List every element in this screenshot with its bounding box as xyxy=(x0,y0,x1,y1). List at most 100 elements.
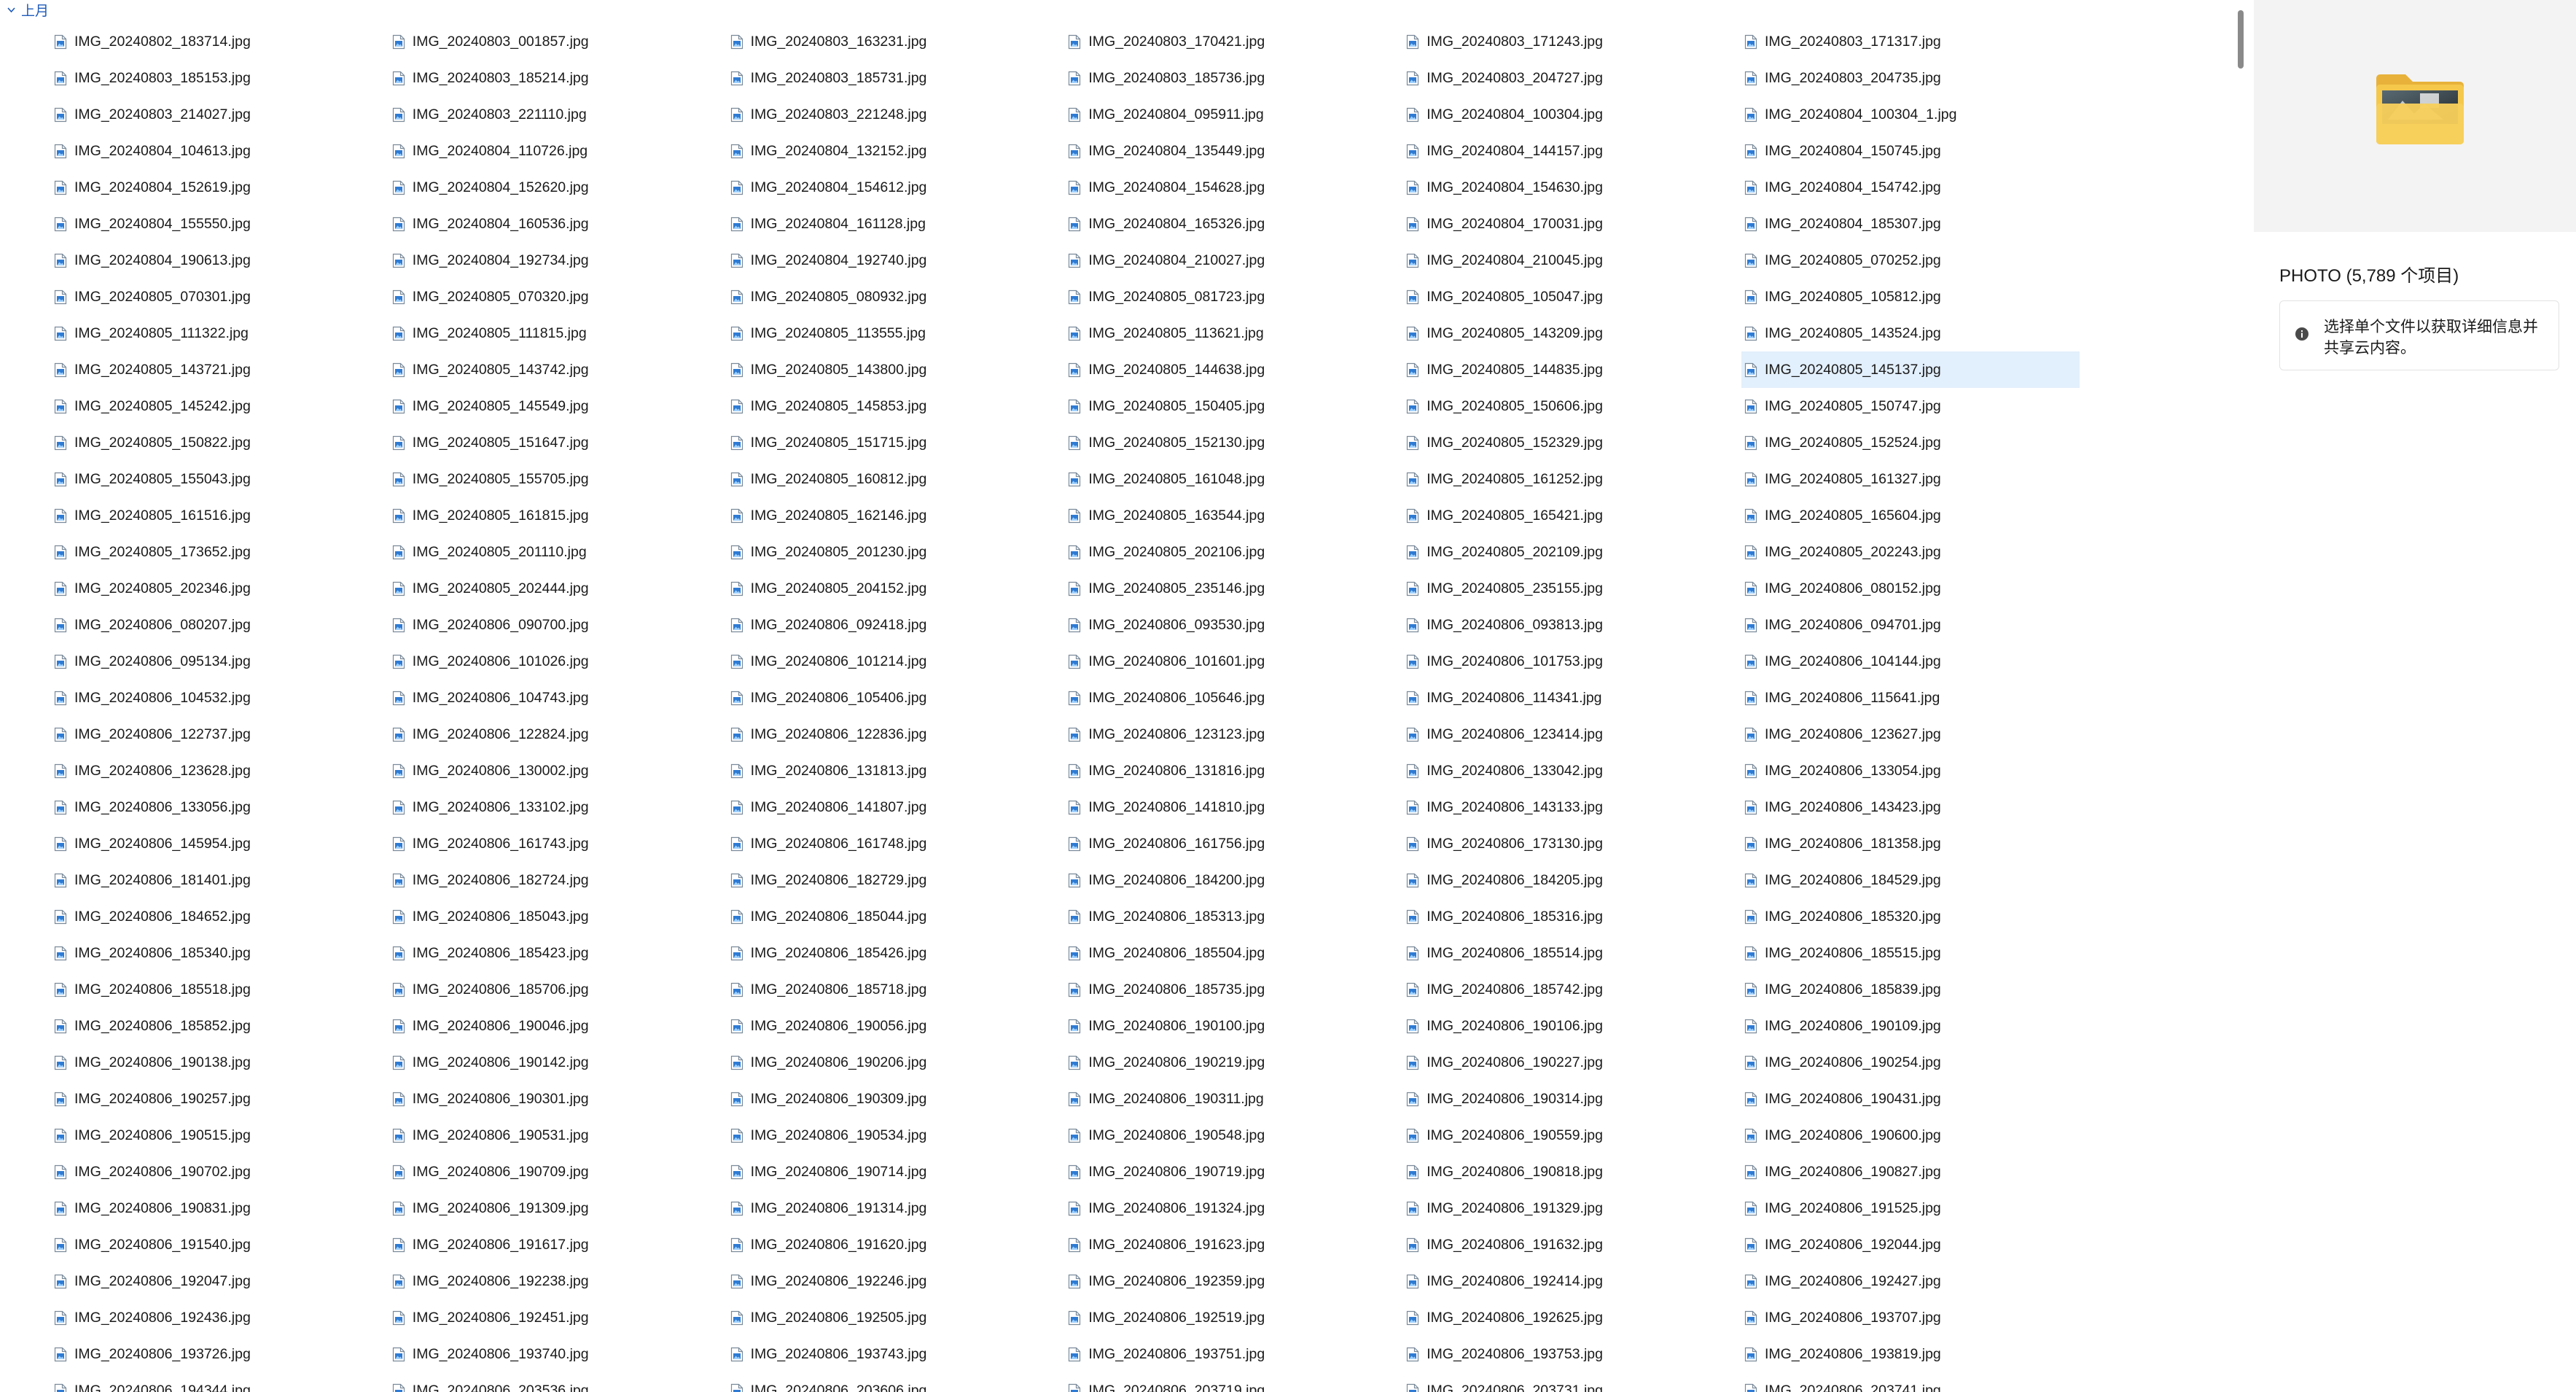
file-item[interactable]: IMG_20240806_185852.jpg xyxy=(51,1008,389,1044)
file-item[interactable]: IMG_20240806_203606.jpg xyxy=(727,1372,1066,1392)
file-item[interactable]: IMG_20240805_201230.jpg xyxy=(727,534,1066,570)
file-item[interactable]: IMG_20240805_151647.jpg xyxy=(389,424,727,461)
file-item[interactable]: IMG_20240803_214027.jpg xyxy=(51,96,389,133)
file-item[interactable]: IMG_20240805_204152.jpg xyxy=(727,570,1066,607)
file-item[interactable]: IMG_20240804_100304.jpg xyxy=(1403,96,1741,133)
file-item[interactable]: IMG_20240803_204735.jpg xyxy=(1741,60,2080,96)
file-item[interactable]: IMG_20240806_115641.jpg xyxy=(1741,680,2080,716)
file-item[interactable]: IMG_20240806_093530.jpg xyxy=(1065,607,1403,643)
file-item[interactable]: IMG_20240805_162146.jpg xyxy=(727,497,1066,534)
file-item[interactable]: IMG_20240806_192238.jpg xyxy=(389,1263,727,1299)
file-item[interactable]: IMG_20240806_190227.jpg xyxy=(1403,1044,1741,1081)
file-item[interactable]: IMG_20240806_122737.jpg xyxy=(51,716,389,753)
file-item[interactable]: IMG_20240805_111322.jpg xyxy=(51,315,389,351)
file-item[interactable]: IMG_20240805_145853.jpg xyxy=(727,388,1066,424)
file-item[interactable]: IMG_20240806_185839.jpg xyxy=(1741,971,2080,1008)
file-item[interactable]: IMG_20240806_192519.jpg xyxy=(1065,1299,1403,1336)
file-item[interactable]: IMG_20240806_131813.jpg xyxy=(727,753,1066,789)
file-item[interactable]: IMG_20240806_193743.jpg xyxy=(727,1336,1066,1372)
file-item[interactable]: IMG_20240806_190818.jpg xyxy=(1403,1154,1741,1190)
file-item[interactable]: IMG_20240806_143133.jpg xyxy=(1403,789,1741,825)
file-item[interactable]: IMG_20240805_155705.jpg xyxy=(389,461,727,497)
file-item[interactable]: IMG_20240805_150747.jpg xyxy=(1741,388,2080,424)
file-item[interactable]: IMG_20240806_161748.jpg xyxy=(727,825,1066,862)
file-item[interactable]: IMG_20240806_194344.jpg xyxy=(51,1372,389,1392)
file-item[interactable]: IMG_20240806_095134.jpg xyxy=(51,643,389,680)
file-item[interactable]: IMG_20240806_122836.jpg xyxy=(727,716,1066,753)
file-item[interactable]: IMG_20240806_181401.jpg xyxy=(51,862,389,898)
file-item[interactable]: IMG_20240806_193740.jpg xyxy=(389,1336,727,1372)
file-item[interactable]: IMG_20240804_144157.jpg xyxy=(1403,133,1741,169)
file-item[interactable]: IMG_20240806_185735.jpg xyxy=(1065,971,1403,1008)
file-item[interactable]: IMG_20240806_133042.jpg xyxy=(1403,753,1741,789)
file-item[interactable]: IMG_20240806_190714.jpg xyxy=(727,1154,1066,1190)
file-item[interactable]: IMG_20240806_203731.jpg xyxy=(1403,1372,1741,1392)
file-item[interactable]: IMG_20240806_190109.jpg xyxy=(1741,1008,2080,1044)
file-item[interactable]: IMG_20240805_145549.jpg xyxy=(389,388,727,424)
file-item[interactable]: IMG_20240805_081723.jpg xyxy=(1065,279,1403,315)
file-item[interactable]: IMG_20240805_201110.jpg xyxy=(389,534,727,570)
file-item[interactable]: IMG_20240806_131816.jpg xyxy=(1065,753,1403,789)
file-item[interactable]: IMG_20240806_105646.jpg xyxy=(1065,680,1403,716)
file-item[interactable]: IMG_20240806_181358.jpg xyxy=(1741,825,2080,862)
file-item[interactable]: IMG_20240806_190559.jpg xyxy=(1403,1117,1741,1154)
file-item[interactable]: IMG_20240806_190431.jpg xyxy=(1741,1081,2080,1117)
file-item[interactable]: IMG_20240803_185153.jpg xyxy=(51,60,389,96)
file-item[interactable]: IMG_20240804_152620.jpg xyxy=(389,169,727,206)
file-item[interactable]: IMG_20240804_150745.jpg xyxy=(1741,133,2080,169)
file-item[interactable]: IMG_20240806_191324.jpg xyxy=(1065,1190,1403,1226)
file-item[interactable]: IMG_20240805_202109.jpg xyxy=(1403,534,1741,570)
file-item[interactable]: IMG_20240806_101601.jpg xyxy=(1065,643,1403,680)
file-item[interactable]: IMG_20240804_154612.jpg xyxy=(727,169,1066,206)
file-item[interactable]: IMG_20240806_190534.jpg xyxy=(727,1117,1066,1154)
file-item[interactable]: IMG_20240805_165421.jpg xyxy=(1403,497,1741,534)
file-item[interactable]: IMG_20240805_145137.jpg xyxy=(1741,351,2080,388)
file-item[interactable]: IMG_20240806_182729.jpg xyxy=(727,862,1066,898)
file-item[interactable]: IMG_20240805_150606.jpg xyxy=(1403,388,1741,424)
file-item[interactable]: IMG_20240806_191309.jpg xyxy=(389,1190,727,1226)
file-item[interactable]: IMG_20240802_183714.jpg xyxy=(51,23,389,60)
file-item[interactable]: IMG_20240806_141810.jpg xyxy=(1065,789,1403,825)
file-item[interactable]: IMG_20240804_132152.jpg xyxy=(727,133,1066,169)
file-item[interactable]: IMG_20240806_123627.jpg xyxy=(1741,716,2080,753)
file-item[interactable]: IMG_20240806_191540.jpg xyxy=(51,1226,389,1263)
file-item[interactable]: IMG_20240806_190046.jpg xyxy=(389,1008,727,1044)
file-item[interactable]: IMG_20240806_193753.jpg xyxy=(1403,1336,1741,1372)
file-item[interactable]: IMG_20240806_193751.jpg xyxy=(1065,1336,1403,1372)
file-item[interactable]: IMG_20240806_190206.jpg xyxy=(727,1044,1066,1081)
scrollbar-thumb[interactable] xyxy=(2238,10,2244,69)
file-item[interactable]: IMG_20240805_144638.jpg xyxy=(1065,351,1403,388)
file-item[interactable]: IMG_20240806_093813.jpg xyxy=(1403,607,1741,643)
file-item[interactable]: IMG_20240804_192734.jpg xyxy=(389,242,727,279)
file-item[interactable]: IMG_20240806_190301.jpg xyxy=(389,1081,727,1117)
file-item[interactable]: IMG_20240806_185518.jpg xyxy=(51,971,389,1008)
file-item[interactable]: IMG_20240805_070252.jpg xyxy=(1741,242,2080,279)
file-item[interactable]: IMG_20240804_165326.jpg xyxy=(1065,206,1403,242)
file-item[interactable]: IMG_20240805_152329.jpg xyxy=(1403,424,1741,461)
file-item[interactable]: IMG_20240806_190531.jpg xyxy=(389,1117,727,1154)
file-item[interactable]: IMG_20240806_192451.jpg xyxy=(389,1299,727,1336)
file-item[interactable]: IMG_20240806_203719.jpg xyxy=(1065,1372,1403,1392)
file-item[interactable]: IMG_20240805_235155.jpg xyxy=(1403,570,1741,607)
file-item[interactable]: IMG_20240806_080152.jpg xyxy=(1741,570,2080,607)
file-item[interactable]: IMG_20240806_145954.jpg xyxy=(51,825,389,862)
file-item[interactable]: IMG_20240803_163231.jpg xyxy=(727,23,1066,60)
file-item[interactable]: IMG_20240806_123414.jpg xyxy=(1403,716,1741,753)
file-item[interactable]: IMG_20240804_154628.jpg xyxy=(1065,169,1403,206)
file-item[interactable]: IMG_20240803_170421.jpg xyxy=(1065,23,1403,60)
file-item[interactable]: IMG_20240804_110726.jpg xyxy=(389,133,727,169)
file-item[interactable]: IMG_20240806_190314.jpg xyxy=(1403,1081,1741,1117)
file-item[interactable]: IMG_20240806_192625.jpg xyxy=(1403,1299,1741,1336)
file-item[interactable]: IMG_20240805_202346.jpg xyxy=(51,570,389,607)
file-item[interactable]: IMG_20240805_145242.jpg xyxy=(51,388,389,424)
file-item[interactable]: IMG_20240805_202106.jpg xyxy=(1065,534,1403,570)
file-item[interactable]: IMG_20240806_185426.jpg xyxy=(727,935,1066,971)
file-item[interactable]: IMG_20240806_191617.jpg xyxy=(389,1226,727,1263)
file-item[interactable]: IMG_20240806_190100.jpg xyxy=(1065,1008,1403,1044)
file-item[interactable]: IMG_20240805_152524.jpg xyxy=(1741,424,2080,461)
file-item[interactable]: IMG_20240804_152619.jpg xyxy=(51,169,389,206)
file-item[interactable]: IMG_20240805_161327.jpg xyxy=(1741,461,2080,497)
vertical-scrollbar[interactable] xyxy=(2235,0,2247,1392)
file-item[interactable]: IMG_20240806_191329.jpg xyxy=(1403,1190,1741,1226)
file-item[interactable]: IMG_20240803_185736.jpg xyxy=(1065,60,1403,96)
